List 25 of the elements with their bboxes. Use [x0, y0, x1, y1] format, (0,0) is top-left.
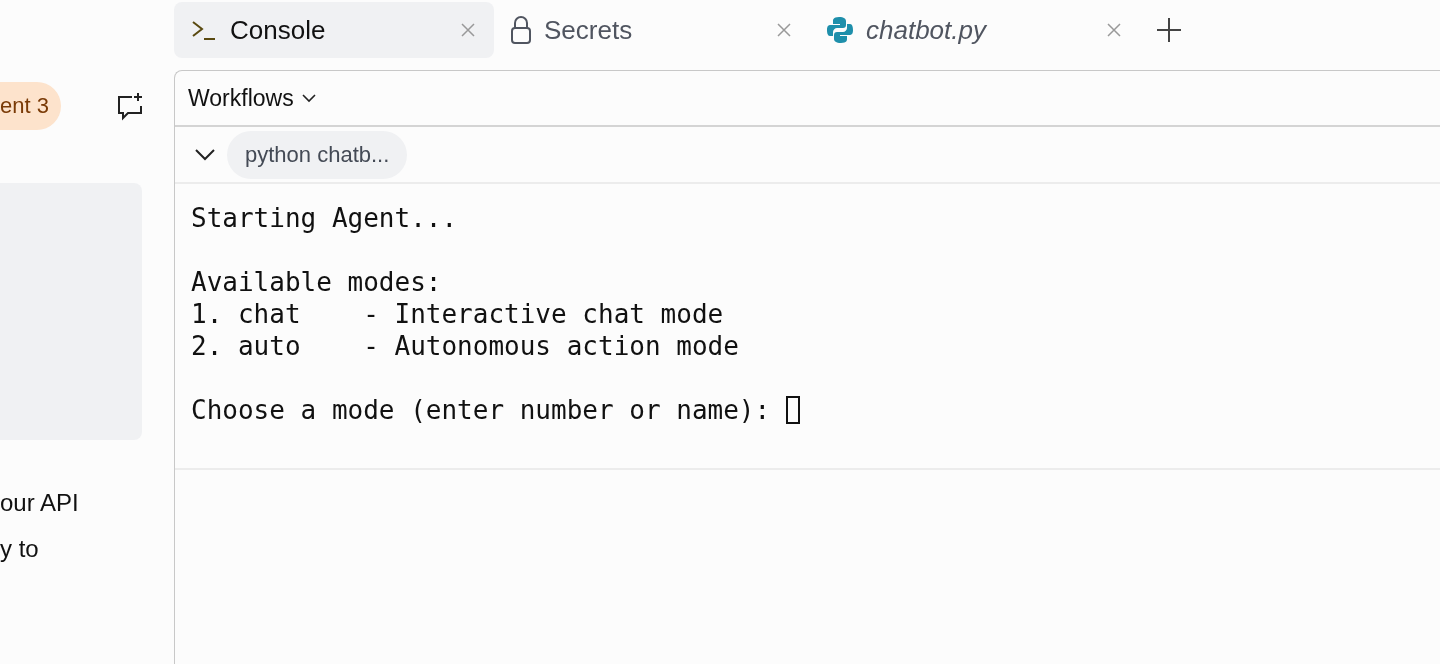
console-line: Available modes: [191, 266, 442, 298]
agent-badge: ent 3 [0, 82, 61, 130]
chevron-down-icon [301, 93, 316, 103]
console-line: 2. auto - Autonomous action mode [191, 330, 739, 362]
message-text: our API [0, 488, 80, 518]
python-icon [826, 16, 854, 44]
workflows-dropdown[interactable]: Workflows [188, 84, 316, 112]
message-text: y to [0, 534, 40, 564]
console-line: Starting Agent... [191, 202, 458, 234]
workflow-run-chip[interactable]: python chatb... [227, 130, 408, 179]
tab-label: chatbot.py [866, 14, 988, 46]
tab-label: Console [230, 14, 327, 46]
collapse-button[interactable] [195, 148, 215, 161]
tab[interactable]: Console [174, 2, 494, 58]
tab-label: Secrets [544, 14, 634, 46]
tab[interactable]: chatbot.py [810, 2, 1140, 58]
console-line: 1. chat - Interactive chat mode [191, 298, 724, 330]
chevron-icon [195, 148, 215, 161]
console-line: Choose a mode (enter number or name): [191, 394, 772, 426]
terminal-icon [190, 18, 218, 42]
plus-icon[interactable] [1156, 17, 1182, 43]
close-icon[interactable] [1106, 22, 1122, 38]
close-icon[interactable] [776, 22, 792, 38]
lock-icon [510, 15, 532, 45]
tab[interactable]: Secrets [494, 2, 810, 58]
